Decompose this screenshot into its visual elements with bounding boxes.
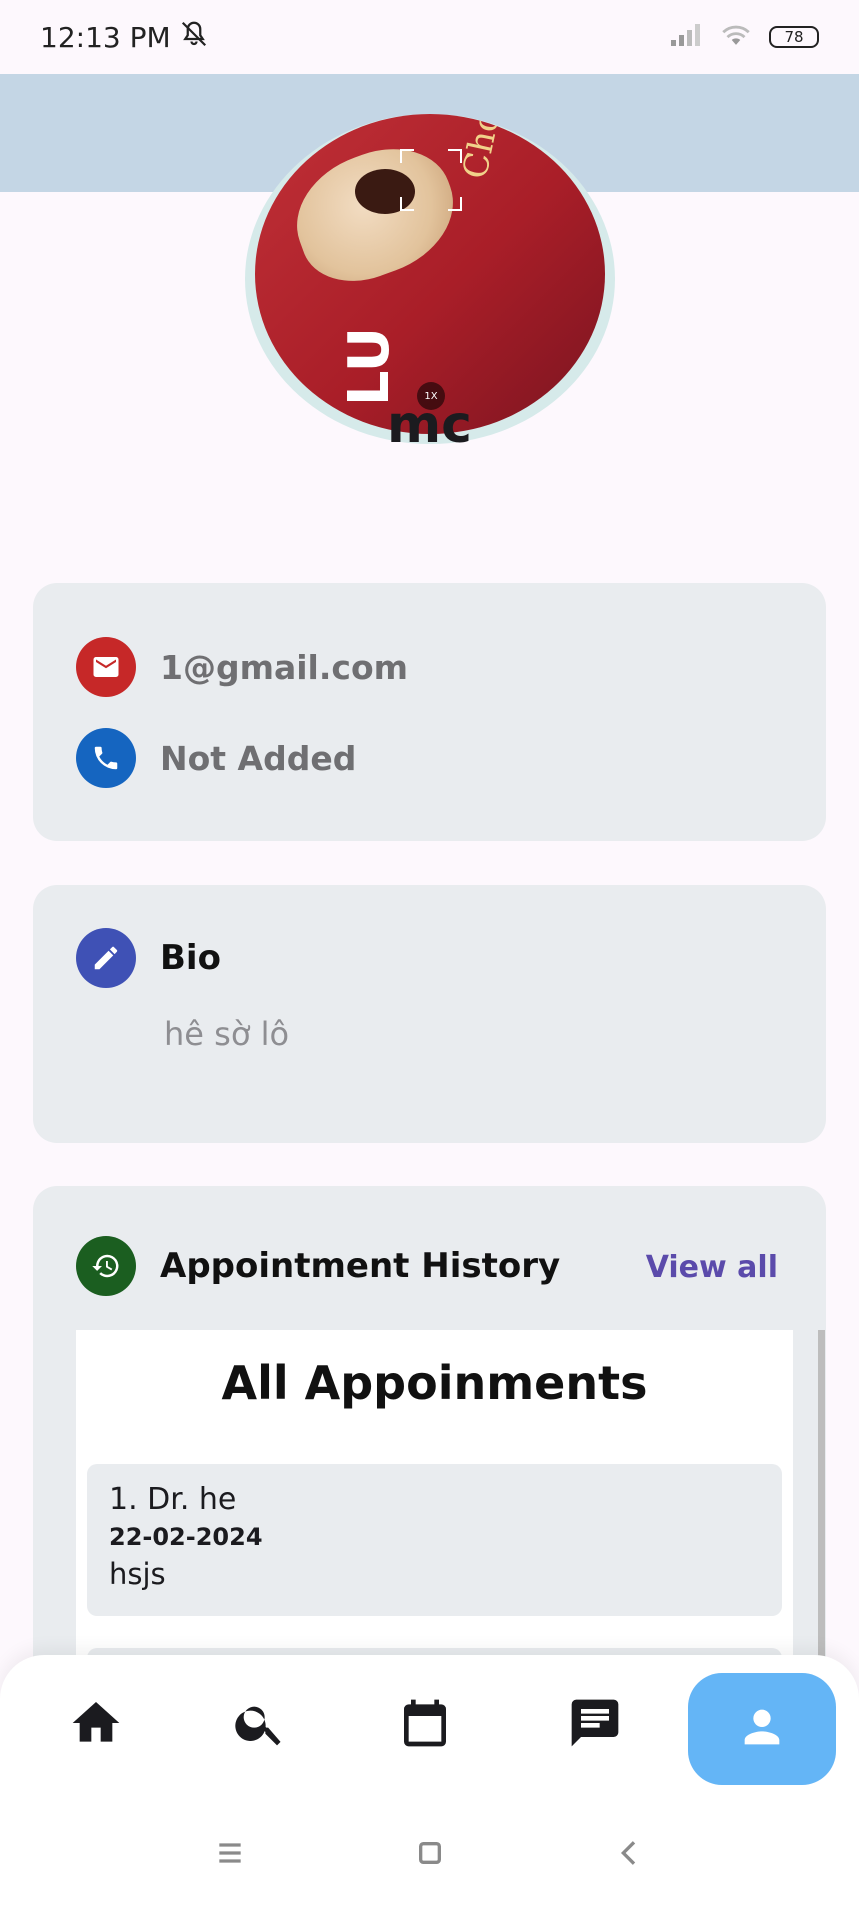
home-icon (68, 1695, 124, 1755)
history-header: Appointment History (76, 1236, 560, 1296)
menu-icon[interactable] (210, 1833, 250, 1873)
nav-calendar[interactable] (370, 1675, 480, 1775)
view-all-link[interactable]: View all (646, 1250, 778, 1285)
email-text: 1@gmail.com (160, 647, 409, 687)
profile-icon (736, 1701, 788, 1757)
phone-icon (76, 728, 136, 788)
battery-level: 78 (784, 28, 804, 46)
battery-icon: 78 (769, 26, 819, 48)
phone-row: Not Added (76, 728, 356, 788)
profile-name: mc (386, 395, 472, 455)
mute-icon (177, 19, 211, 56)
contact-card: 1@gmail.com Not Added (33, 583, 826, 841)
status-right: 78 (669, 22, 819, 52)
signal-icon (669, 22, 703, 52)
appointment-item[interactable]: 1. Dr. he 22-02-2024 hsjs (87, 1464, 782, 1616)
pencil-icon (76, 928, 136, 988)
status-left: 12:13 PM (40, 19, 211, 56)
appointments-scrollbar[interactable] (818, 1330, 825, 1660)
mail-icon (76, 637, 136, 697)
profile-cover: Choco Lava LU 1X (0, 74, 859, 444)
nav-chat[interactable] (540, 1675, 650, 1775)
nav-search[interactable] (205, 1675, 315, 1775)
nav-profile[interactable] (688, 1673, 836, 1785)
bio-text: hê sờ lô (164, 1015, 290, 1053)
home-square-icon[interactable] (410, 1833, 450, 1873)
status-bar: 12:13 PM 78 (0, 0, 859, 74)
bio-card: Bio hê sờ lô (33, 885, 826, 1143)
avatar[interactable]: Choco Lava LU 1X (255, 114, 605, 434)
wifi-icon (719, 22, 753, 52)
appointment-doctor: 1. Dr. he (109, 1482, 237, 1517)
email-row: 1@gmail.com (76, 637, 408, 697)
search-icon (232, 1695, 288, 1755)
back-icon[interactable] (610, 1833, 650, 1873)
bio-title: Bio (160, 938, 221, 978)
camera-focus-frame (400, 149, 462, 211)
appointment-date: 22-02-2024 (109, 1523, 263, 1551)
history-title: Appointment History (160, 1246, 561, 1286)
system-navigation-bar (0, 1820, 859, 1886)
history-icon (76, 1236, 136, 1296)
nav-home[interactable] (41, 1675, 151, 1775)
phone-text: Not Added (160, 738, 357, 778)
calendar-icon (397, 1695, 453, 1755)
avatar-brand-text: Choco Lava (455, 114, 536, 182)
chat-icon (567, 1695, 623, 1755)
status-time: 12:13 PM (40, 20, 171, 54)
appointment-note: hsjs (109, 1557, 166, 1591)
bio-header: Bio (76, 928, 221, 988)
appointments-panel-title: All Appoinments (221, 1356, 648, 1410)
